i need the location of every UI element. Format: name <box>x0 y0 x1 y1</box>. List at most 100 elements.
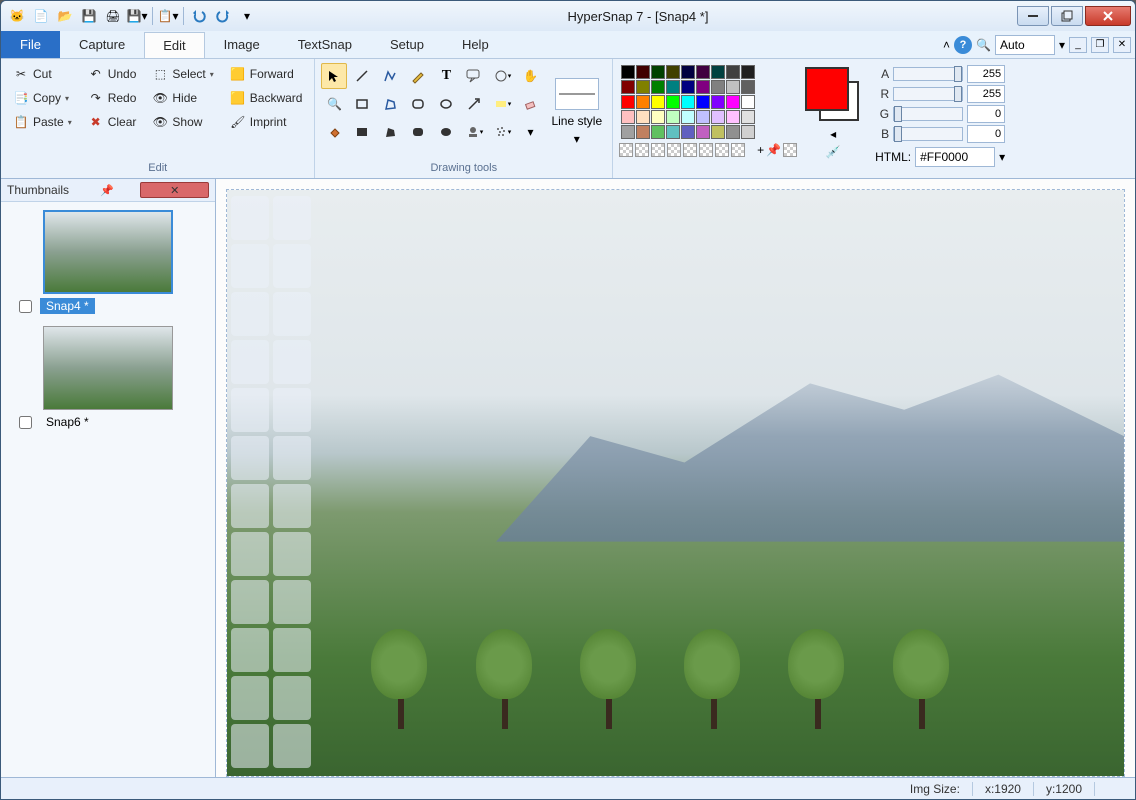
color-more-icon[interactable]: ▾ <box>999 150 1005 164</box>
forward-button[interactable]: 🟨Forward <box>224 63 309 85</box>
thumbnail-checkbox[interactable] <box>19 416 32 429</box>
show-button[interactable]: 👁Show <box>146 111 219 133</box>
paste-button[interactable]: 📋Paste▾ <box>7 111 78 133</box>
alpha-value[interactable] <box>967 65 1005 83</box>
palette-swatch[interactable] <box>696 65 710 79</box>
palette-swatch[interactable] <box>726 95 740 109</box>
tab-help[interactable]: Help <box>443 31 508 58</box>
select-button[interactable]: ⬚Select▾ <box>146 63 219 85</box>
shape-outline-tool[interactable]: ▾ <box>489 63 515 89</box>
palette-swatch[interactable] <box>681 125 695 139</box>
recent-swatch[interactable] <box>699 143 713 157</box>
zoom-dropdown-icon[interactable]: ▾ <box>1059 38 1065 52</box>
palette-swatch[interactable] <box>621 65 635 79</box>
palette-swatch[interactable] <box>696 125 710 139</box>
palette-swatch[interactable] <box>666 65 680 79</box>
filled-ellipse-tool[interactable] <box>433 119 459 145</box>
palette-swatch[interactable] <box>651 65 665 79</box>
recent-swatch[interactable] <box>651 143 665 157</box>
palette-swatch[interactable] <box>726 80 740 94</box>
tab-image[interactable]: Image <box>205 31 279 58</box>
palette-swatch[interactable] <box>741 110 755 124</box>
imprint-button[interactable]: 🖌Imprint <box>224 111 309 133</box>
palette-swatch[interactable] <box>636 110 650 124</box>
pan-tool[interactable]: ✋ <box>517 63 543 89</box>
palette-swatch[interactable] <box>636 80 650 94</box>
mdi-restore-button[interactable]: ❐ <box>1091 37 1109 53</box>
qa-more-icon[interactable]: ▾ <box>236 5 258 27</box>
palette-swatch[interactable] <box>726 110 740 124</box>
palette-swatch[interactable] <box>711 110 725 124</box>
palette-swatch[interactable] <box>666 95 680 109</box>
palette-swatch[interactable] <box>666 110 680 124</box>
palette-swatch[interactable] <box>621 95 635 109</box>
panel-close-icon[interactable]: ✕ <box>140 182 209 198</box>
redo-qa-icon[interactable] <box>212 5 234 27</box>
tab-setup[interactable]: Setup <box>371 31 443 58</box>
highlight-tool[interactable]: ▾ <box>489 91 515 117</box>
transparent-icon[interactable] <box>783 143 797 157</box>
html-color-input[interactable] <box>915 147 995 167</box>
close-button[interactable] <box>1085 6 1131 26</box>
thumbnail-item[interactable]: Snap6 * <box>9 326 207 430</box>
fg-swatch[interactable] <box>805 67 849 111</box>
swap-colors-icon[interactable]: ◂ <box>830 127 836 141</box>
palette-swatch[interactable] <box>726 125 740 139</box>
palette-swatch[interactable] <box>681 110 695 124</box>
spray-tool[interactable]: ▾ <box>489 119 515 145</box>
undo-qa-icon[interactable] <box>188 5 210 27</box>
palette-swatch[interactable] <box>696 110 710 124</box>
palette-swatch[interactable] <box>741 95 755 109</box>
palette-swatch[interactable] <box>651 110 665 124</box>
canvas[interactable] <box>226 189 1125 777</box>
line-tool[interactable] <box>349 63 375 89</box>
palette-swatch[interactable] <box>666 125 680 139</box>
blue-slider[interactable] <box>893 127 963 141</box>
paste-qa-icon[interactable]: 📋▾ <box>157 5 179 27</box>
magnify-tool[interactable]: 🔍 <box>321 91 347 117</box>
roundrect-tool[interactable] <box>405 91 431 117</box>
pin-icon[interactable]: 📌 <box>74 182 141 198</box>
filled-roundrect-tool[interactable] <box>405 119 431 145</box>
palette-swatch[interactable] <box>651 80 665 94</box>
thumbnail-item[interactable]: Snap4 * <box>9 210 207 314</box>
filled-rect-tool[interactable] <box>349 119 375 145</box>
stamp-tool[interactable]: ▾ <box>461 119 487 145</box>
palette-swatch[interactable] <box>621 80 635 94</box>
linestyle-button[interactable]: Line style▾ <box>547 63 606 160</box>
minimize-button[interactable] <box>1017 6 1049 26</box>
pin-swatch-icon[interactable]: 📌 <box>766 143 781 157</box>
collapse-ribbon-icon[interactable]: ˄ <box>943 38 950 52</box>
red-slider[interactable] <box>893 87 963 101</box>
help-icon[interactable]: ? <box>954 36 972 54</box>
palette-swatch[interactable] <box>636 125 650 139</box>
mdi-close-button[interactable]: ✕ <box>1113 37 1131 53</box>
eyedropper-icon[interactable]: 💉 <box>826 145 841 159</box>
palette-swatch[interactable] <box>741 65 755 79</box>
canvas-area[interactable] <box>216 179 1135 777</box>
arrow-tool[interactable] <box>461 91 487 117</box>
zoom-input[interactable] <box>995 35 1055 55</box>
palette-swatch[interactable] <box>726 65 740 79</box>
rect-tool[interactable] <box>349 91 375 117</box>
alpha-slider[interactable] <box>893 67 963 81</box>
save-icon[interactable]: 💾 <box>78 5 100 27</box>
recent-swatch[interactable] <box>635 143 649 157</box>
palette-swatch[interactable] <box>711 80 725 94</box>
ellipse-tool[interactable] <box>433 91 459 117</box>
thumbnail-checkbox[interactable] <box>19 300 32 313</box>
palette-swatch[interactable] <box>636 65 650 79</box>
palette-swatch[interactable] <box>711 95 725 109</box>
palette-swatch[interactable] <box>711 125 725 139</box>
undo-button[interactable]: ↶Undo <box>82 63 143 85</box>
text-tool[interactable]: T <box>433 63 459 89</box>
palette-swatch[interactable] <box>741 125 755 139</box>
eraser-tool[interactable] <box>517 91 543 117</box>
print-icon[interactable]: 🖨 <box>102 5 124 27</box>
palette-swatch[interactable] <box>696 80 710 94</box>
new-icon[interactable]: 📄 <box>30 5 52 27</box>
palette-swatch[interactable] <box>711 65 725 79</box>
clear-button[interactable]: ✖Clear <box>82 111 143 133</box>
palette-swatch[interactable] <box>681 65 695 79</box>
palette-swatch[interactable] <box>621 110 635 124</box>
